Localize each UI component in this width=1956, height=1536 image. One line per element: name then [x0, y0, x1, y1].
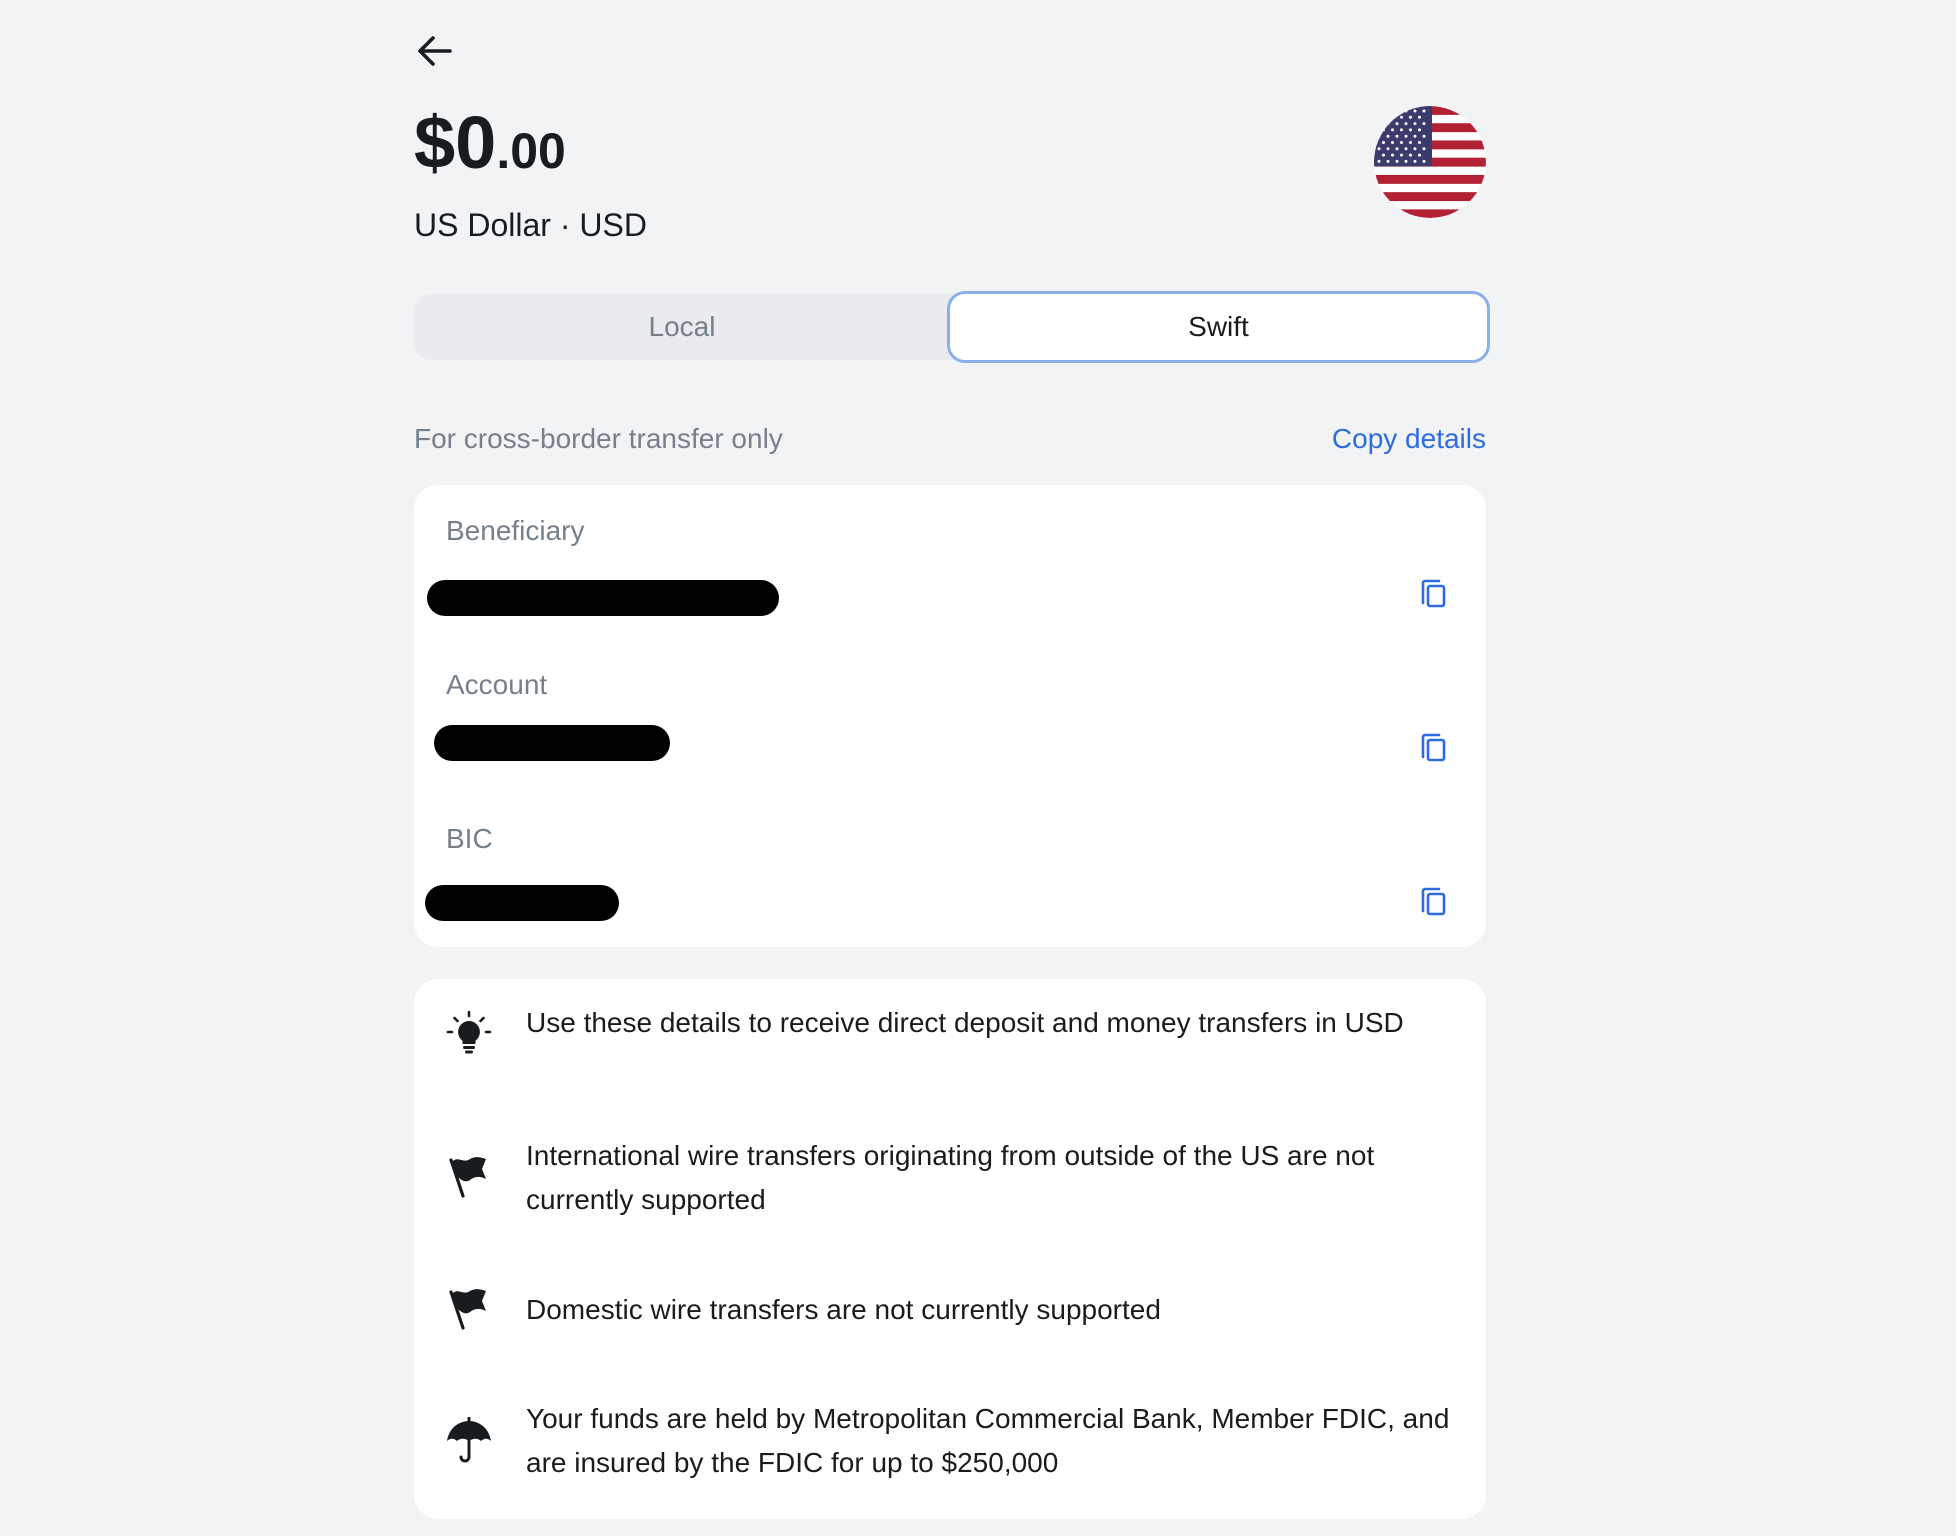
info-card: Use these details to receive direct depo…	[414, 979, 1486, 1519]
tab-local[interactable]: Local	[414, 294, 950, 360]
transfer-note: For cross-border transfer only	[414, 423, 783, 454]
copy-beneficiary-icon[interactable]	[1418, 577, 1450, 609]
info-text-international-wire: International wire transfers originating…	[526, 1140, 1375, 1215]
account-value-redacted	[434, 725, 670, 761]
copy-details-link[interactable]: Copy details	[1332, 423, 1486, 455]
lightbulb-icon	[446, 1010, 492, 1054]
currency-label: US Dollar · USD	[414, 207, 647, 243]
info-text-fdic: Your funds are held by Metropolitan Comm…	[526, 1403, 1450, 1478]
copy-account-icon[interactable]	[1418, 731, 1450, 763]
balance-integer: $0	[414, 101, 497, 184]
beneficiary-value-redacted	[427, 580, 779, 616]
account-details-page: $0.00 US Dollar · USD Local Swift For cr…	[0, 0, 1956, 1536]
transfer-type-tabs: Local Swift	[414, 291, 1490, 363]
back-arrow-icon[interactable]	[414, 30, 456, 72]
us-flag-icon	[1374, 106, 1486, 218]
balance-decimal: .00	[496, 123, 566, 179]
info-text-direct-deposit: Use these details to receive direct depo…	[526, 1007, 1404, 1038]
balance-amount: $0.00	[414, 100, 566, 185]
flag-icon	[449, 1289, 486, 1330]
flag-icon	[449, 1157, 486, 1198]
bic-value-redacted	[425, 885, 619, 921]
umbrella-icon	[447, 1417, 491, 1463]
info-text-domestic-wire: Domestic wire transfers are not currentl…	[526, 1294, 1161, 1325]
copy-bic-icon[interactable]	[1418, 885, 1450, 917]
tab-swift[interactable]: Swift	[947, 291, 1490, 363]
account-label: Account	[446, 669, 548, 700]
bic-label: BIC	[446, 823, 493, 854]
account-details-card: Beneficiary Account BIC	[414, 485, 1486, 947]
beneficiary-label: Beneficiary	[446, 515, 585, 546]
